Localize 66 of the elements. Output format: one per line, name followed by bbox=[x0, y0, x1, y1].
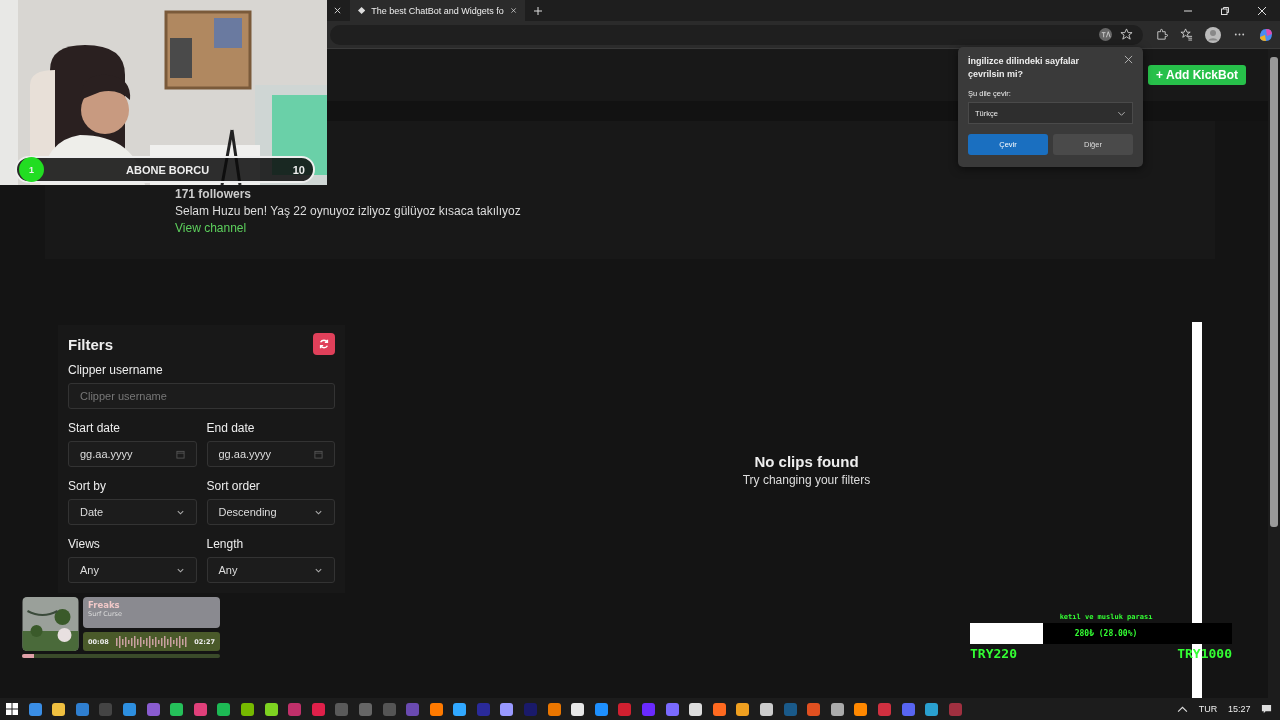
date-field[interactable]: gg.aa.yyyy bbox=[206, 441, 335, 467]
profile-icon[interactable] bbox=[1205, 26, 1221, 43]
field-label: Sort order bbox=[206, 479, 261, 493]
follower-count: 171 followers bbox=[175, 187, 253, 201]
app-icon[interactable] bbox=[52, 702, 66, 716]
dropdown[interactable]: Descending bbox=[206, 499, 335, 525]
track-title: Freaks bbox=[88, 600, 121, 610]
app-icon[interactable] bbox=[500, 702, 514, 716]
new-tab-icon[interactable] bbox=[533, 5, 543, 16]
app-icon[interactable] bbox=[712, 702, 726, 716]
filters-title: Filters bbox=[68, 335, 113, 353]
refresh-icon bbox=[318, 338, 330, 350]
language-indicator[interactable]: TUR bbox=[1198, 704, 1218, 714]
restore-icon[interactable] bbox=[1220, 5, 1230, 16]
browser-tab[interactable]: The best ChatBot and Widgets fo bbox=[350, 0, 525, 21]
input-field[interactable]: Clipper username bbox=[68, 383, 335, 409]
app-icon[interactable] bbox=[264, 702, 278, 716]
close-icon[interactable] bbox=[1124, 55, 1133, 64]
app-icon[interactable] bbox=[736, 702, 750, 716]
app-icon[interactable] bbox=[925, 702, 939, 716]
app-icon[interactable] bbox=[571, 702, 585, 716]
date-field[interactable]: gg.aa.yyyy bbox=[68, 441, 197, 467]
extensions-icon[interactable] bbox=[1155, 28, 1168, 41]
app-icon[interactable] bbox=[689, 702, 703, 716]
clock[interactable]: 15:27 bbox=[1227, 704, 1251, 714]
chevron-up-icon[interactable] bbox=[1177, 703, 1189, 715]
diamond-icon bbox=[358, 6, 366, 15]
windows-icon[interactable] bbox=[6, 703, 18, 715]
channel-bio: Selam Huzu ben! Yaş 22 oynuyoz izliyoz gülüyoz kısaca takılıyoz bbox=[175, 204, 521, 218]
close-icon[interactable] bbox=[333, 6, 342, 15]
field-label: End date bbox=[206, 421, 256, 435]
dropdown[interactable]: Any bbox=[206, 557, 335, 583]
star-icon[interactable] bbox=[1120, 28, 1133, 41]
popup-title: İngilizce dilindeki sayfalar çevrilsin mi? bbox=[968, 55, 1081, 81]
view-channel-link[interactable]: View channel bbox=[175, 221, 521, 235]
app-icon[interactable] bbox=[453, 702, 467, 716]
goal-title: ABONE BORCU bbox=[126, 163, 211, 176]
empty-hint: Try changing your filters bbox=[742, 473, 871, 487]
dropdown[interactable]: Any bbox=[68, 557, 197, 583]
app-icon[interactable] bbox=[547, 702, 561, 716]
app-icon[interactable] bbox=[217, 702, 231, 716]
goal-count: 10 bbox=[292, 163, 305, 176]
field-label: Views bbox=[68, 537, 101, 551]
goal-progress: 280₺ (28.00%) bbox=[1073, 629, 1138, 638]
app-icon[interactable] bbox=[170, 702, 184, 716]
app-icon[interactable] bbox=[429, 702, 443, 716]
app-icon[interactable] bbox=[240, 702, 254, 716]
refresh-button[interactable] bbox=[313, 333, 335, 355]
empty-title: No clips found bbox=[754, 453, 859, 470]
goal-badge: 1 bbox=[19, 157, 44, 182]
dropdown[interactable]: Date bbox=[68, 499, 197, 525]
field-label: Clipper username bbox=[68, 363, 164, 377]
favorites-icon[interactable] bbox=[1180, 28, 1193, 41]
close-icon[interactable] bbox=[1257, 5, 1267, 16]
close-icon[interactable] bbox=[509, 6, 517, 15]
scrollbar[interactable] bbox=[1268, 49, 1280, 698]
app-icon[interactable] bbox=[830, 702, 844, 716]
copilot-icon[interactable] bbox=[1258, 26, 1274, 43]
field-label: Length bbox=[206, 537, 245, 551]
app-icon[interactable] bbox=[854, 702, 868, 716]
notification-icon[interactable] bbox=[1261, 703, 1272, 715]
field-label: Sort by bbox=[68, 479, 107, 493]
field-label: Start date bbox=[68, 421, 122, 435]
translate-icon[interactable] bbox=[1099, 28, 1112, 41]
app-icon[interactable] bbox=[760, 702, 773, 716]
goal-start: TRY220 bbox=[970, 646, 1017, 661]
